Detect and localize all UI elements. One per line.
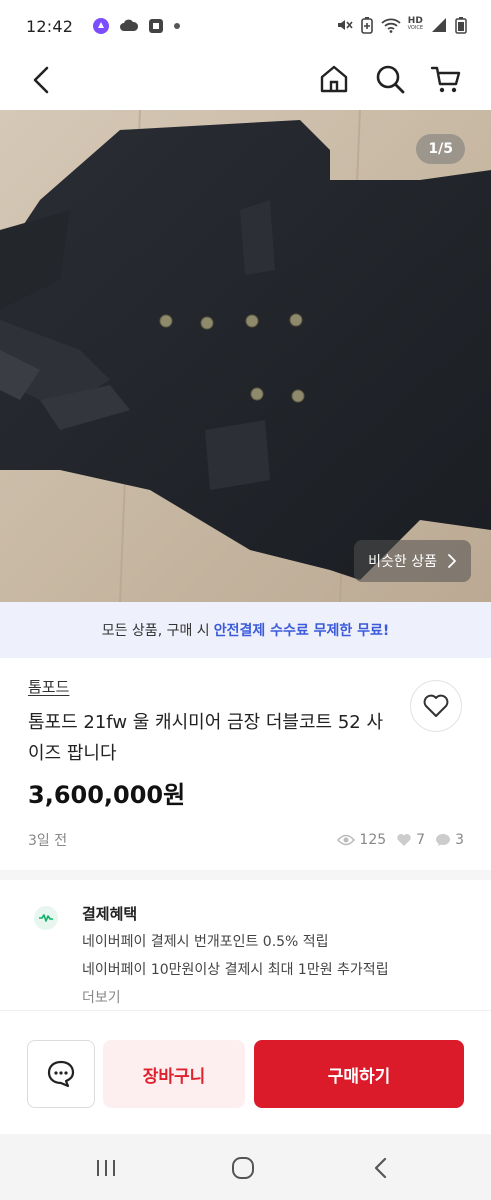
promo-prefix: 모든 상품, 구매 시 [101, 623, 210, 639]
home-circle-icon [232, 1157, 254, 1179]
pay-benefit-icon [34, 906, 58, 930]
meta-row: 3일 전 125 7 3 [28, 828, 464, 852]
eye-icon [337, 834, 356, 846]
search-icon [376, 65, 405, 94]
home-nav-button[interactable] [229, 1156, 257, 1180]
coat-photo-image [0, 110, 491, 602]
views-stat: 125 [337, 832, 386, 848]
home-button[interactable] [317, 62, 351, 96]
benefit-line: 네이버페이 10만원이상 결제시 최대 1만원 추가적립 [82, 962, 389, 978]
benefit-line: 네이버페이 결제시 번개포인트 0.5% 적립 [82, 934, 329, 950]
wifi-icon [380, 17, 401, 33]
posted-time: 3일 전 [28, 833, 68, 849]
system-nav-bar [0, 1134, 491, 1200]
photo-counter: 1/5 [416, 134, 465, 164]
likes-count: 7 [416, 832, 426, 848]
battery-saver-icon [360, 16, 374, 34]
like-button[interactable] [410, 680, 462, 732]
hd-voice-icon: HD VOICE [407, 16, 423, 32]
search-button[interactable] [373, 62, 407, 96]
section-divider [0, 870, 491, 880]
signal-icon [430, 17, 448, 33]
product-title: 톰포드 21fw 울 캐시미어 금장 더블코트 52 사이즈 팝니다 [28, 712, 384, 764]
status-time: 12:42 [26, 16, 74, 36]
benefit-title: 결제혜택 [82, 905, 138, 923]
status-right: HD VOICE [335, 16, 467, 34]
buy-button[interactable]: 구매하기 [254, 1040, 464, 1108]
chats-stat: 3 [435, 832, 464, 848]
cloud-icon [119, 18, 139, 34]
brand-link[interactable]: 톰포드 [28, 676, 468, 697]
back-arrow-icon [374, 1157, 387, 1179]
views-count: 125 [359, 832, 387, 848]
recent-apps-button[interactable] [92, 1156, 120, 1180]
messenger-icon [148, 18, 164, 34]
back-nav-button[interactable] [367, 1156, 395, 1180]
chats-count: 3 [455, 832, 464, 848]
recent-apps-icon [97, 1160, 115, 1176]
chat-icon [47, 1060, 75, 1088]
likes-stat: 7 [396, 832, 425, 848]
benefit-more-link[interactable]: 더보기 [82, 984, 472, 1012]
home-icon [320, 65, 348, 93]
mute-icon [335, 16, 353, 34]
promo-highlight: 안전결제 수수료 무제한 무료! [213, 623, 390, 639]
safe-payment-banner[interactable]: 모든 상품, 구매 시 안전결제 수수료 무제한 무료! [0, 602, 491, 658]
product-photo[interactable]: 1/5 비슷한 상품 [0, 110, 491, 602]
similar-items-button[interactable]: 비슷한 상품 [354, 540, 471, 582]
product-price: 3,600,000원 [28, 781, 186, 809]
meta-stats: 125 7 3 [337, 832, 464, 848]
chevron-left-icon [33, 66, 49, 94]
product-info: 톰포드 톰포드 21fw 울 캐시미어 금장 더블코트 52 사이즈 팝니다 3… [28, 676, 468, 810]
app-notification-icon [92, 17, 110, 35]
status-bar: 12:42 HD VOICE [0, 0, 491, 52]
chat-button[interactable] [27, 1040, 95, 1108]
cart-icon [430, 66, 461, 93]
voice-label: VOICE [407, 25, 423, 31]
nav-actions [317, 62, 463, 96]
add-to-cart-button[interactable]: 장바구니 [103, 1040, 245, 1108]
top-nav [0, 52, 491, 110]
cart-button[interactable] [429, 62, 463, 96]
similar-items-label: 비슷한 상품 [368, 554, 437, 570]
chat-bubble-icon [436, 834, 451, 846]
battery-icon [455, 16, 467, 34]
back-button[interactable] [26, 64, 58, 96]
benefit-body: 결제혜택 네이버페이 결제시 번개포인트 0.5% 적립 네이버페이 10만원이… [82, 900, 472, 1012]
action-bar: 장바구니 구매하기 [0, 1010, 491, 1134]
status-left: 12:42 [26, 17, 181, 36]
chevron-right-icon [448, 554, 456, 568]
heart-small-icon [397, 834, 411, 846]
dot-icon [173, 22, 181, 30]
hd-label: HD [407, 16, 423, 26]
heart-icon [423, 694, 449, 717]
